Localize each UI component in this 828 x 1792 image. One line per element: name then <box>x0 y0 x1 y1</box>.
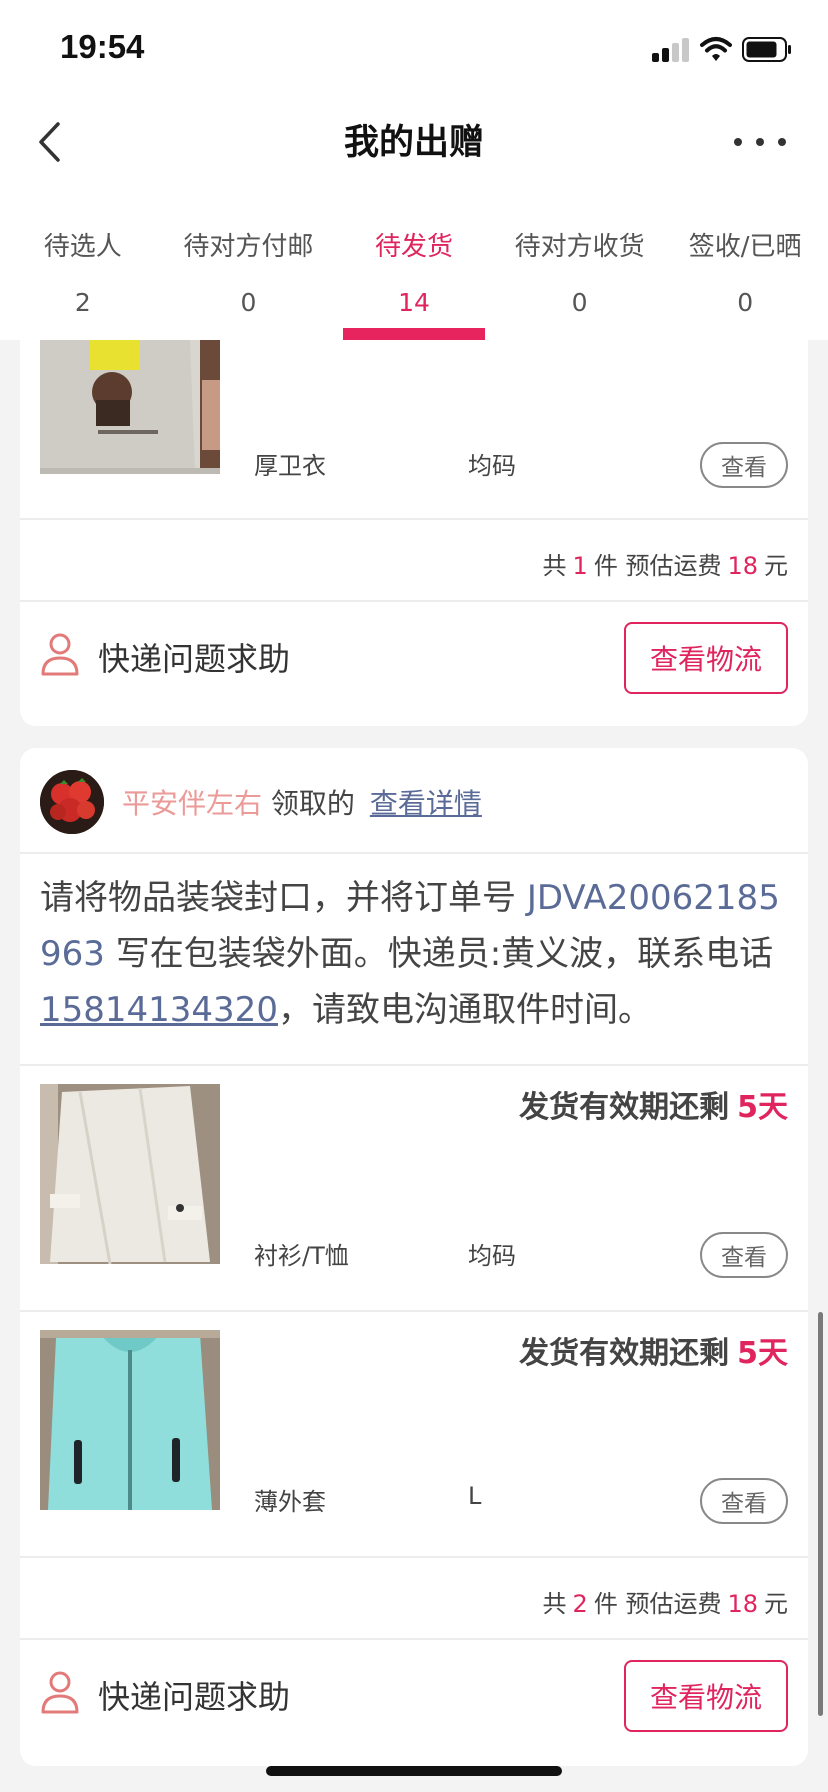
tab-count: 0 <box>737 288 754 317</box>
status-time: 19:54 <box>60 28 145 65</box>
divider <box>20 1064 808 1066</box>
status-tabs: 待选人 2 待对方付邮 0 待发货 14 待对方收货 0 签收/已晒 0 <box>0 192 828 340</box>
divider <box>20 1310 808 1312</box>
divider <box>20 1556 808 1558</box>
tab-count: 0 <box>571 288 588 317</box>
tab-pending-shipment[interactable]: 待发货 14 <box>331 192 497 340</box>
view-item-button[interactable]: 查看 <box>700 1478 788 1524</box>
view-logistics-button[interactable]: 查看物流 <box>624 1660 788 1732</box>
order-summary: 共2件 预估运费 18 元 <box>542 1590 788 1618</box>
item-size: L <box>468 1482 482 1510</box>
item-thumbnail[interactable] <box>40 1330 220 1510</box>
wifi-icon <box>700 37 732 61</box>
order-summary: 共1件 预估运费 18 元 <box>542 552 788 580</box>
cellular-signal-icon <box>652 38 690 62</box>
tab-label: 待选人 <box>43 232 122 262</box>
view-logistics-button[interactable]: 查看物流 <box>624 622 788 694</box>
tab-received-shared[interactable]: 签收/已晒 0 <box>662 192 828 340</box>
tab-count: 2 <box>74 288 91 317</box>
shipping-deadline: 发货有效期还剩 5天 <box>519 1090 788 1125</box>
page-title: 我的出赠 <box>343 123 484 163</box>
courier-phone-link[interactable]: 15814134320 <box>40 990 278 1030</box>
nav-bar: 我的出赠 <box>0 92 828 192</box>
scrollbar[interactable] <box>818 1312 823 1716</box>
divider <box>20 600 808 602</box>
item-size: 均码 <box>468 452 516 480</box>
more-options-button[interactable] <box>734 120 786 164</box>
item-thumbnail[interactable] <box>40 1084 220 1264</box>
item-thumbnail[interactable] <box>40 340 220 474</box>
tab-label: 签收/已晒 <box>688 232 802 262</box>
active-tab-indicator <box>343 328 485 340</box>
item-size: 均码 <box>468 1242 516 1270</box>
jacket-photo <box>40 1330 220 1510</box>
item-category: 厚卫衣 <box>254 452 326 480</box>
item-category: 衬衫/T恤 <box>254 1242 349 1270</box>
view-item-button[interactable]: 查看 <box>700 1232 788 1278</box>
receiver-avatar[interactable] <box>40 770 104 834</box>
tab-pending-select[interactable]: 待选人 2 <box>0 192 166 340</box>
divider <box>20 852 808 854</box>
more-dots-icon <box>734 138 742 146</box>
shirt-photo <box>40 1084 220 1264</box>
receiver-info: 平安伴左右 领取的 查看详情 <box>122 782 482 822</box>
tab-pending-postage[interactable]: 待对方付邮 0 <box>166 192 332 340</box>
person-icon <box>41 633 79 676</box>
strawberry-avatar-image <box>40 770 104 834</box>
divider <box>20 518 808 520</box>
tab-pending-receipt[interactable]: 待对方收货 0 <box>497 192 663 340</box>
status-bar: 19:54 <box>0 0 828 92</box>
tab-count: 14 <box>398 288 430 317</box>
hoodie-photo <box>40 340 220 474</box>
tab-count: 0 <box>240 288 257 317</box>
courier-help-link[interactable]: 快递问题求助 <box>98 634 290 680</box>
donation-card: 平安伴左右 领取的 查看详情 请将物品装袋封口，并将订单号 JDVA200621… <box>20 748 808 1766</box>
tab-label: 待发货 <box>374 232 453 262</box>
courier-help-link[interactable]: 快递问题求助 <box>98 1672 290 1718</box>
shipping-deadline: 发货有效期还剩 5天 <box>519 1336 788 1371</box>
home-indicator[interactable] <box>266 1766 562 1776</box>
person-icon <box>41 1671 79 1714</box>
view-item-button[interactable]: 查看 <box>700 442 788 488</box>
view-details-link[interactable]: 查看详情 <box>370 787 482 820</box>
shipping-instruction: 请将物品装袋封口，并将订单号 JDVA20062185963 写在包装袋外面。快… <box>40 878 780 1030</box>
receiver-action: 领取的 <box>270 787 355 820</box>
donation-card: 厚卫衣 均码 查看 共1件 预估运费 18 元 快递问题求助 查看物流 <box>20 340 808 726</box>
tab-label: 待对方收货 <box>514 232 645 262</box>
divider <box>20 1638 808 1640</box>
tab-label: 待对方付邮 <box>183 232 314 262</box>
battery-icon <box>742 37 791 62</box>
item-category: 薄外套 <box>254 1488 326 1516</box>
receiver-name[interactable]: 平安伴左右 <box>122 787 262 820</box>
